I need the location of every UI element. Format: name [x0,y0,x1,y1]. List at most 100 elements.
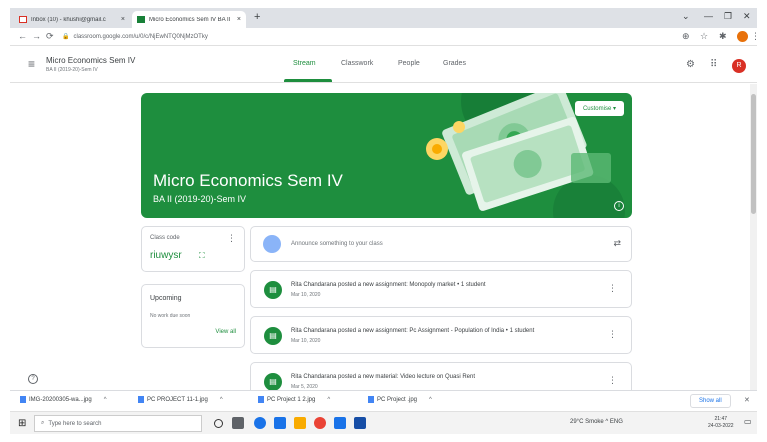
clock[interactable]: 21:47 24-03-2022 [708,416,734,430]
classroom-icon [137,16,145,23]
download-filename: PC PROJECT 11-1.jpg [147,397,208,404]
app-icon[interactable] [334,417,346,429]
announce-placeholder: Announce something to your class [291,241,383,247]
more-options-icon[interactable]: ⋮ [608,375,617,386]
scrollbar-thumb[interactable] [751,94,756,214]
task-view-icon[interactable] [232,417,244,429]
gmail-icon [19,16,27,23]
tab-gmail[interactable]: Inbox (10) - khushi@gmail.c × [14,11,130,28]
account-avatar[interactable]: R [732,59,746,73]
chevron-up-icon[interactable]: ^ [327,397,330,403]
zoom-icon[interactable]: ⊕ [682,31,690,42]
download-filename: PC Project .jpg [377,397,418,404]
browser-tab-strip: Inbox (10) - khushi@gmail.c × Micro Econ… [10,8,757,28]
course-title[interactable]: Micro Economics Sem IV [46,56,135,65]
taskbar-search[interactable]: ⌕ Type here to search [34,415,202,432]
chevron-up-icon[interactable]: ^ [429,397,432,403]
view-all-link[interactable]: View all [215,329,236,335]
classroom-header: ≡ Micro Economics Sem IV BA II (2019-20)… [10,47,757,83]
download-item[interactable]: PC Project 1 2.jpg ^ [258,396,330,403]
minimize-icon[interactable]: — [704,11,713,21]
course-subtitle: BA II (2019-20)-Sem IV [46,67,98,73]
url-text: classroom.google.com/u/0/c/NjEwNTQ0NjMzO… [73,33,208,40]
more-options-icon[interactable]: ⋮ [227,233,236,244]
repost-icon[interactable]: ⇄ [613,238,621,249]
clock-date: 24-03-2022 [708,423,734,429]
tab-people[interactable]: People [398,60,420,67]
class-code-value: riuwysr [150,250,182,261]
forward-icon[interactable]: → [32,31,41,41]
close-tab-icon[interactable]: × [121,16,125,23]
download-item[interactable]: PC PROJECT 11-1.jpg ^ [138,396,223,403]
assignment-icon: ▤ [264,327,282,345]
windows-taskbar: ⊞ ⌕ Type here to search 29°C Smoke ^ ENG… [10,411,757,434]
tab-title: Inbox (10) - khushi@gmail.c [31,16,106,23]
download-filename: PC Project 1 2.jpg [267,397,316,404]
image-file-icon [258,396,264,403]
upcoming-title: Upcoming [150,295,182,302]
image-file-icon [368,396,374,403]
stream-post[interactable]: ▤ Rita Chandarana posted a new assignmen… [250,316,632,354]
show-all-button[interactable]: Show all [690,394,731,408]
material-icon: ▤ [264,373,282,391]
customise-button[interactable]: Customise ▾ [574,101,624,116]
store-icon[interactable] [274,417,286,429]
screen: Inbox (10) - khushi@gmail.c × Micro Econ… [10,8,757,434]
back-icon[interactable]: ← [18,31,27,41]
tab-classwork[interactable]: Classwork [341,60,373,67]
profile-avatar[interactable] [737,31,748,42]
announce-box[interactable]: Announce something to your class ⇄ [250,226,632,262]
help-icon[interactable]: ? [28,374,38,384]
windows-start-icon[interactable]: ⊞ [18,418,26,429]
close-tab-icon[interactable]: × [237,16,241,23]
bookmark-star-icon[interactable]: ☆ [700,31,708,42]
tab-stream[interactable]: Stream [293,60,316,67]
lock-icon: 🔒 [62,34,70,40]
notification-icon[interactable]: ▭ [744,417,752,426]
tab-classroom[interactable]: Micro Economics Sem IV BA II × [132,11,246,28]
downloads-bar: IMG-20200305-wa...jpg ^ PC PROJECT 11-1.j… [10,390,757,410]
assignment-icon: ▤ [264,281,282,299]
search-placeholder: Type here to search [48,420,102,427]
close-window-icon[interactable]: ✕ [743,11,751,22]
post-date: Mar 10, 2020 [291,292,321,298]
image-file-icon [20,396,26,403]
browser-menu-icon[interactable]: ⋮ [751,31,757,42]
fullscreen-icon[interactable]: ⛶ [199,251,205,261]
maximize-icon[interactable]: ❐ [724,11,732,22]
chevron-up-icon[interactable]: ^ [104,397,107,403]
page-scrollbar[interactable] [750,84,757,390]
banner-subtitle: BA II (2019-20)-Sem IV [153,194,247,204]
tab-grades[interactable]: Grades [443,60,466,67]
word-icon[interactable] [354,417,366,429]
post-title: Rita Chandarana posted a new assignment:… [291,282,486,288]
extensions-icon[interactable]: ✱ [719,31,727,42]
post-title: Rita Chandarana posted a new material: V… [291,374,475,380]
download-item[interactable]: PC Project .jpg ^ [368,396,432,403]
apps-grid-icon[interactable]: ⠿ [710,59,717,70]
more-options-icon[interactable]: ⋮ [608,329,617,340]
info-icon[interactable]: i [614,201,624,211]
browser-toolbar: ← → ⟳ 🔒 classroom.google.com/u/0/c/NjEwN… [10,28,757,46]
class-banner: Customise ▾ Micro Economics Sem IV BA II… [141,93,632,218]
upcoming-text: No work due soon [150,313,191,319]
reload-icon[interactable]: ⟳ [46,31,54,42]
image-file-icon [138,396,144,403]
settings-gear-icon[interactable]: ⚙ [686,59,695,70]
more-options-icon[interactable]: ⋮ [608,283,617,294]
download-filename: IMG-20200305-wa...jpg [29,397,92,404]
new-tab-button[interactable]: + [254,11,260,23]
edge-icon[interactable] [254,417,266,429]
tab-search-icon[interactable]: ⌄ [682,11,690,22]
hamburger-menu-icon[interactable]: ≡ [28,57,35,71]
chrome-icon[interactable] [314,417,326,429]
file-explorer-icon[interactable] [294,417,306,429]
system-tray[interactable]: 29°C Smoke ^ ENG [570,419,623,425]
download-item[interactable]: IMG-20200305-wa...jpg ^ [20,396,107,403]
stream-post[interactable]: ▤ Rita Chandarana posted a new assignmen… [250,270,632,308]
chevron-up-icon[interactable]: ^ [220,397,223,403]
customise-label: Customise [582,106,612,112]
address-bar[interactable]: 🔒 classroom.google.com/u/0/c/NjEwNTQ0NjM… [62,30,662,43]
close-downloads-icon[interactable]: ✕ [744,396,750,404]
cortana-icon[interactable] [214,419,223,428]
